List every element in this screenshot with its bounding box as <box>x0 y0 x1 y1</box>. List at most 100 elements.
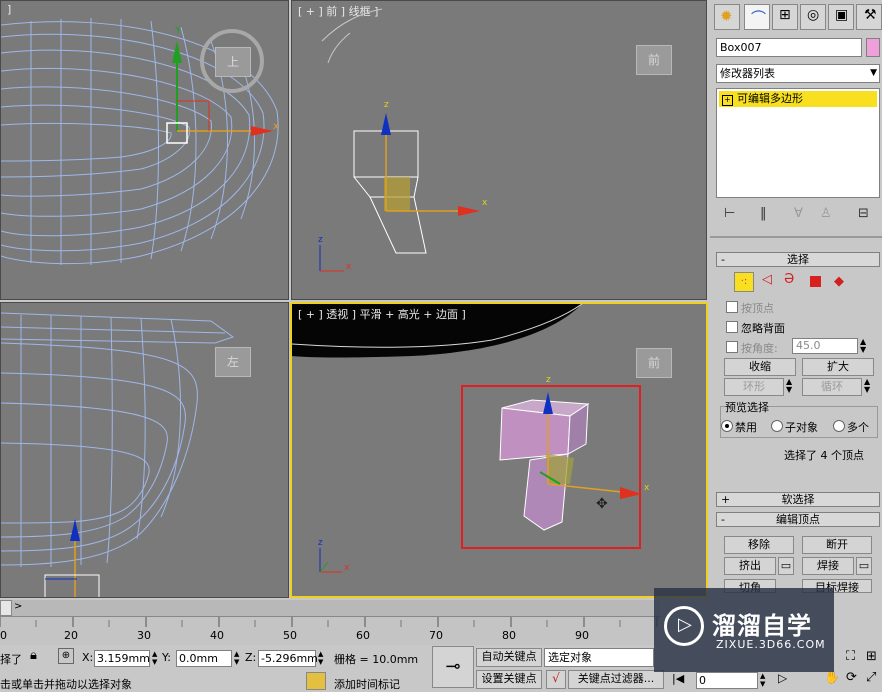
key-filters-button[interactable]: 关键点过滤器... <box>568 670 664 689</box>
loop-spinner-icon[interactable]: ▲ ▼ <box>864 378 870 394</box>
preview-subobject-dot[interactable] <box>771 420 783 432</box>
set-key-button[interactable]: 设置关键点 <box>476 670 542 689</box>
display-icon[interactable]: ▣ <box>828 4 854 30</box>
x-coordinate-field[interactable]: 3.159mm <box>94 650 150 667</box>
lock-selection-icon[interactable]: 🔒︎ <box>30 648 37 663</box>
selection-rollout-header[interactable]: - 选择 <box>716 252 880 267</box>
preview-multi-dot[interactable] <box>833 420 845 432</box>
viewport-left[interactable]: 左 <box>0 302 289 598</box>
preview-disabled-radio[interactable]: 禁用 <box>721 419 757 435</box>
remove-modifier-icon[interactable]: ♙ <box>820 206 832 221</box>
preview-subobject-radio[interactable]: 子对象 <box>771 419 818 435</box>
pin-stack-icon[interactable]: ⊢ <box>724 206 735 221</box>
transform-mode-icon[interactable]: ⊕ <box>58 648 74 664</box>
ring-spinner-icon[interactable]: ▲ ▼ <box>786 378 792 394</box>
watermark-logo-icon: ▷ <box>664 606 704 646</box>
object-color-swatch[interactable] <box>866 38 880 57</box>
weld-button[interactable]: 焊接 <box>802 557 854 575</box>
viewport-perspective[interactable]: z x z x ✥ [ + ] 透视 ] 平滑 + 高光 + 边面 ] 前 <box>290 302 708 598</box>
tick-label: 20 <box>64 629 78 642</box>
add-time-tag-label[interactable]: 添加时间标记 <box>334 676 400 692</box>
make-unique-icon[interactable]: ∀ <box>794 206 803 221</box>
set-key-mode-button[interactable]: ⊸ <box>432 646 474 688</box>
ignore-backfacing-checkbox[interactable]: 忽略背面 <box>726 320 785 336</box>
weld-settings-button[interactable]: ▭ <box>856 557 872 575</box>
modifier-list-dropdown[interactable]: 修改器列表 ▼ <box>716 64 880 83</box>
time-config-icon[interactable]: ▷ <box>778 671 787 685</box>
vertex-mode-icon[interactable]: ·: <box>734 272 754 292</box>
grow-button[interactable]: 扩大 <box>802 358 874 376</box>
show-end-result-icon[interactable]: ‖ <box>760 206 767 221</box>
selected-object-dropdown[interactable]: 选定对象 <box>544 648 654 667</box>
time-slider-thumb[interactable] <box>0 600 12 616</box>
maximize-viewport-icon[interactable]: ⤢ <box>866 670 876 685</box>
track-bar[interactable]: 0 20 30 40 50 60 70 80 90 <box>0 617 660 645</box>
viewcube-top[interactable]: 上 <box>215 47 251 77</box>
stack-item[interactable]: + 可编辑多边形 <box>719 91 877 107</box>
viewport-front[interactable]: [ + ] 前 ] 线框 ] z x z x 前 <box>291 0 707 300</box>
frame-spinner-icon[interactable]: ▲ ▼ <box>760 672 765 688</box>
viewport-top[interactable]: ] Y x 上 <box>0 0 289 300</box>
time-slider[interactable]: > <box>0 600 660 617</box>
break-button[interactable]: 断开 <box>802 536 872 554</box>
go-to-start-icon[interactable]: |◀ <box>672 672 684 685</box>
tick-label: 30 <box>137 629 151 642</box>
x-label: X: <box>82 651 94 664</box>
by-vertex-checkbox[interactable]: 按顶点 <box>726 300 774 316</box>
remove-button[interactable]: 移除 <box>724 536 794 554</box>
utilities-icon[interactable]: ⚒ <box>856 4 882 30</box>
extrude-button[interactable]: 挤出 <box>724 557 776 575</box>
hierarchy-icon[interactable]: ⊞ <box>772 4 798 30</box>
ignore-backfacing-check[interactable] <box>726 321 738 333</box>
expand-icon[interactable]: + <box>722 95 733 106</box>
loop-button[interactable]: 循环 <box>802 378 862 396</box>
preview-multi-label: 多个 <box>847 421 869 434</box>
edge-mode-icon[interactable]: ◁ <box>762 272 772 287</box>
edit-vertices-rollout-header[interactable]: - 编辑顶点 <box>716 512 880 527</box>
by-angle-checkbox[interactable]: 按角度: <box>726 340 778 356</box>
by-angle-check[interactable] <box>726 341 738 353</box>
tick-label: 90 <box>575 629 589 642</box>
current-frame-field[interactable]: 0 <box>696 672 758 689</box>
x-spinner-icon[interactable]: ▲ ▼ <box>152 650 157 666</box>
z-spinner-icon[interactable]: ▲ ▼ <box>318 650 323 666</box>
orbit-icon[interactable]: ⟳ <box>846 670 857 685</box>
viewcube-front[interactable]: 前 <box>636 45 672 75</box>
element-mode-icon[interactable]: ◆ <box>834 274 844 289</box>
pan-view-icon[interactable]: ✋ <box>824 670 840 685</box>
ring-button[interactable]: 环形 <box>724 378 784 396</box>
extrude-settings-button[interactable]: ▭ <box>778 557 794 575</box>
shrink-button[interactable]: 收缩 <box>724 358 796 376</box>
preview-multi-radio[interactable]: 多个 <box>833 419 869 435</box>
object-name-field[interactable]: Box007 <box>716 38 862 57</box>
key-filters-curve-icon[interactable]: √ <box>546 670 566 689</box>
angle-spinner[interactable]: 45.0 <box>792 338 858 354</box>
subobject-icons: ·: ◁ Ə ◆ <box>734 272 874 292</box>
preview-disabled-dot[interactable] <box>721 420 733 432</box>
by-vertex-check[interactable] <box>726 301 738 313</box>
selection-count-text: 择了 <box>0 653 22 666</box>
auto-key-button[interactable]: 自动关键点 <box>476 648 542 667</box>
viewcube-left[interactable]: 左 <box>215 347 251 377</box>
border-mode-icon[interactable]: Ə <box>784 272 794 287</box>
zoom-extents-icon[interactable]: ⛶ <box>846 649 855 664</box>
z-coordinate-field[interactable]: -5.296mm <box>258 650 318 667</box>
polygon-mode-icon[interactable] <box>810 276 821 287</box>
tick-label: 70 <box>429 629 443 642</box>
spinner-arrows-icon[interactable]: ▲ ▼ <box>860 338 866 354</box>
motion-icon[interactable]: ◎ <box>800 4 826 30</box>
viewcube-perspective[interactable]: 前 <box>636 348 672 378</box>
svg-text:z: z <box>318 235 323 245</box>
next-frame-icon[interactable]: > <box>14 601 22 612</box>
soft-selection-rollout-header[interactable]: + 软选择 <box>716 492 880 507</box>
modify-icon[interactable]: ⌒ <box>744 4 770 30</box>
create-icon[interactable]: ✹ <box>714 4 740 30</box>
track-bar-ticks <box>0 617 658 627</box>
zoom-all-icon[interactable]: ⊞ <box>866 649 877 664</box>
y-spinner-icon[interactable]: ▲ ▼ <box>234 650 239 666</box>
configure-sets-icon[interactable]: ⊟ <box>858 206 869 221</box>
y-coordinate-field[interactable]: 0.0mm <box>176 650 232 667</box>
top-view-wireframe: Y x <box>1 18 279 265</box>
add-time-tag-button[interactable] <box>306 672 326 690</box>
viewport-perspective-label[interactable]: [ + ] 透视 ] 平滑 + 高光 + 边面 ] <box>298 306 466 322</box>
